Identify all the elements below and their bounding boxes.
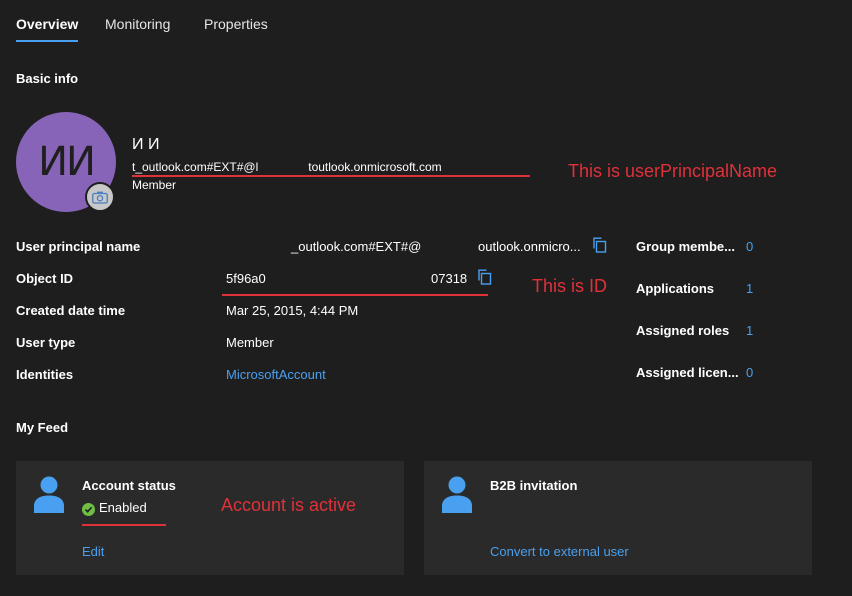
change-photo-button[interactable] <box>85 182 115 212</box>
tab-properties[interactable]: Properties <box>204 16 268 32</box>
stat-value-licenses[interactable]: 0 <box>746 365 753 380</box>
stat-label-roles: Assigned roles <box>636 323 730 338</box>
edit-link[interactable]: Edit <box>82 544 104 559</box>
identities-link[interactable]: MicrosoftAccount <box>226 367 326 382</box>
field-label-identities: Identities <box>16 367 74 382</box>
enabled-highlight-line <box>82 524 166 526</box>
copy-icon <box>593 237 607 253</box>
field-label-upn: User principal name <box>16 239 141 254</box>
tab-overview[interactable]: Overview <box>16 16 78 32</box>
copy-object-id-button[interactable] <box>477 269 492 288</box>
copy-icon <box>478 269 492 285</box>
account-status-title: Account status <box>82 478 176 493</box>
stat-label-licenses: Assigned licen... <box>636 365 739 380</box>
copy-upn-button[interactable] <box>592 237 607 256</box>
upn-annotation: This is userPrincipalName <box>568 161 778 181</box>
tab-monitoring[interactable]: Monitoring <box>105 16 170 32</box>
active-tab-indicator <box>16 40 78 42</box>
my-feed-heading: My Feed <box>16 420 69 435</box>
field-value-user-type: Member <box>226 335 274 350</box>
stat-label-groups: Group membe... <box>636 239 735 254</box>
upn-highlight-line <box>132 175 530 177</box>
user-icon <box>442 476 472 513</box>
stat-label-applications: Applications <box>636 281 715 296</box>
check-circle-icon <box>82 503 95 516</box>
id-annotation: This is ID <box>532 276 608 296</box>
enabled-label: Enabled <box>99 500 147 515</box>
object-id-highlight-line <box>222 294 488 296</box>
b2b-invitation-title: B2B invitation <box>490 478 578 493</box>
stat-value-groups[interactable]: 0 <box>746 239 753 254</box>
camera-icon <box>92 191 108 204</box>
field-value-upn-part2: outlook.onmicro... <box>478 239 581 254</box>
account-status-value: Enabled <box>82 500 147 516</box>
upn-subtitle: t_outlook.com#EXT#@l toutlook.onmicrosof… <box>132 160 442 174</box>
account-annotation: Account is active <box>221 495 357 515</box>
field-label-created: Created date time <box>16 303 126 318</box>
avatar-initials: ИИ <box>38 139 96 185</box>
b2b-invitation-card: B2B invitation Convert to external user <box>424 461 812 575</box>
field-label-object-id: Object ID <box>16 271 74 286</box>
convert-to-external-link[interactable]: Convert to external user <box>490 544 629 559</box>
user-icon <box>34 476 64 513</box>
field-value-created: Mar 25, 2015, 4:44 PM <box>226 303 359 318</box>
field-label-user-type: User type <box>16 335 76 350</box>
account-status-card: Account status Enabled Edit <box>16 461 404 575</box>
basic-info-heading: Basic info <box>16 71 79 86</box>
display-name: И И <box>132 136 160 153</box>
field-value-object-id-part2: 07318 <box>431 271 468 286</box>
field-value-upn-part1: _outlook.com#EXT#@ <box>291 239 422 254</box>
user-type-subtitle: Member <box>132 178 177 192</box>
stat-value-applications[interactable]: 1 <box>746 281 753 296</box>
field-value-object-id-part1: 5f96a0 <box>226 271 266 286</box>
stat-value-roles[interactable]: 1 <box>746 323 753 338</box>
